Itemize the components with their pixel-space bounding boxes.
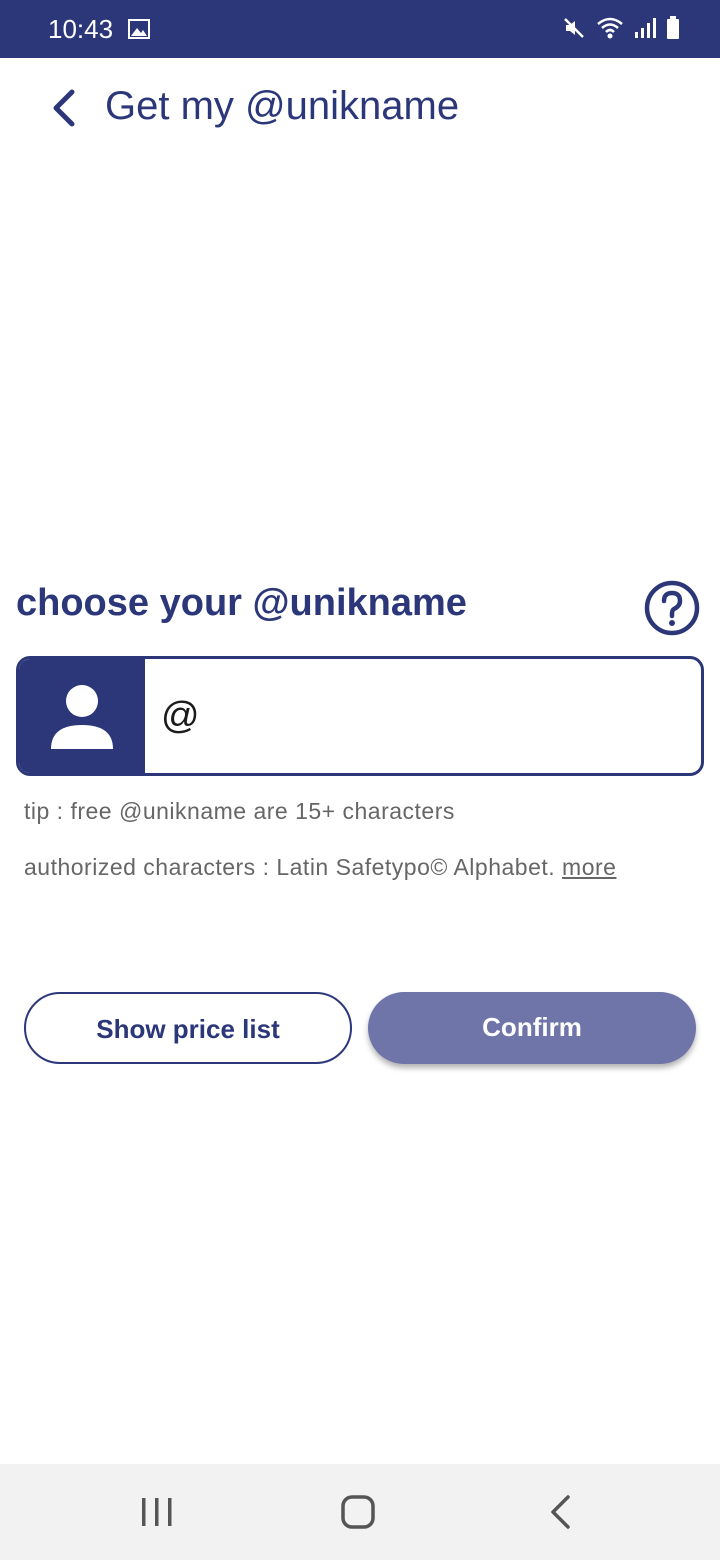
- person-icon: [51, 685, 113, 749]
- avatar-box: [19, 659, 145, 773]
- page-title: Get my @unikname: [105, 84, 460, 128]
- wifi-icon: [596, 16, 624, 45]
- unikname-field[interactable]: @: [16, 656, 704, 776]
- mute-icon: [562, 16, 586, 45]
- status-time: 10:43: [48, 14, 114, 44]
- signal-icon: [634, 17, 656, 44]
- gallery-icon: [128, 19, 150, 44]
- back-button[interactable]: [40, 84, 88, 132]
- tip-text: tip : free @unikname are 15+ characters: [24, 798, 455, 824]
- status-bar: 10:43: [0, 0, 720, 58]
- authorized-characters: authorized characters : Latin Safetypo© …: [24, 854, 616, 881]
- show-price-list-button[interactable]: Show price list: [24, 992, 352, 1064]
- battery-icon: [666, 16, 680, 45]
- chevron-left-icon: [53, 89, 75, 127]
- more-link[interactable]: more: [562, 854, 616, 880]
- back-icon[interactable]: [548, 1494, 572, 1535]
- app-header: Get my @unikname: [0, 58, 720, 158]
- at-prefix: @: [161, 695, 200, 737]
- recents-icon[interactable]: [140, 1496, 174, 1533]
- help-button[interactable]: [644, 580, 700, 636]
- unikname-input[interactable]: [199, 683, 689, 749]
- question-circle-icon: [644, 580, 700, 636]
- home-icon[interactable]: [340, 1494, 376, 1535]
- system-nav-bar: [0, 1464, 720, 1560]
- authorized-text: authorized characters : Latin Safetypo© …: [24, 854, 556, 880]
- status-icons: [562, 16, 680, 45]
- section-title: choose your @unikname: [16, 582, 467, 624]
- confirm-button[interactable]: Confirm: [368, 992, 696, 1064]
